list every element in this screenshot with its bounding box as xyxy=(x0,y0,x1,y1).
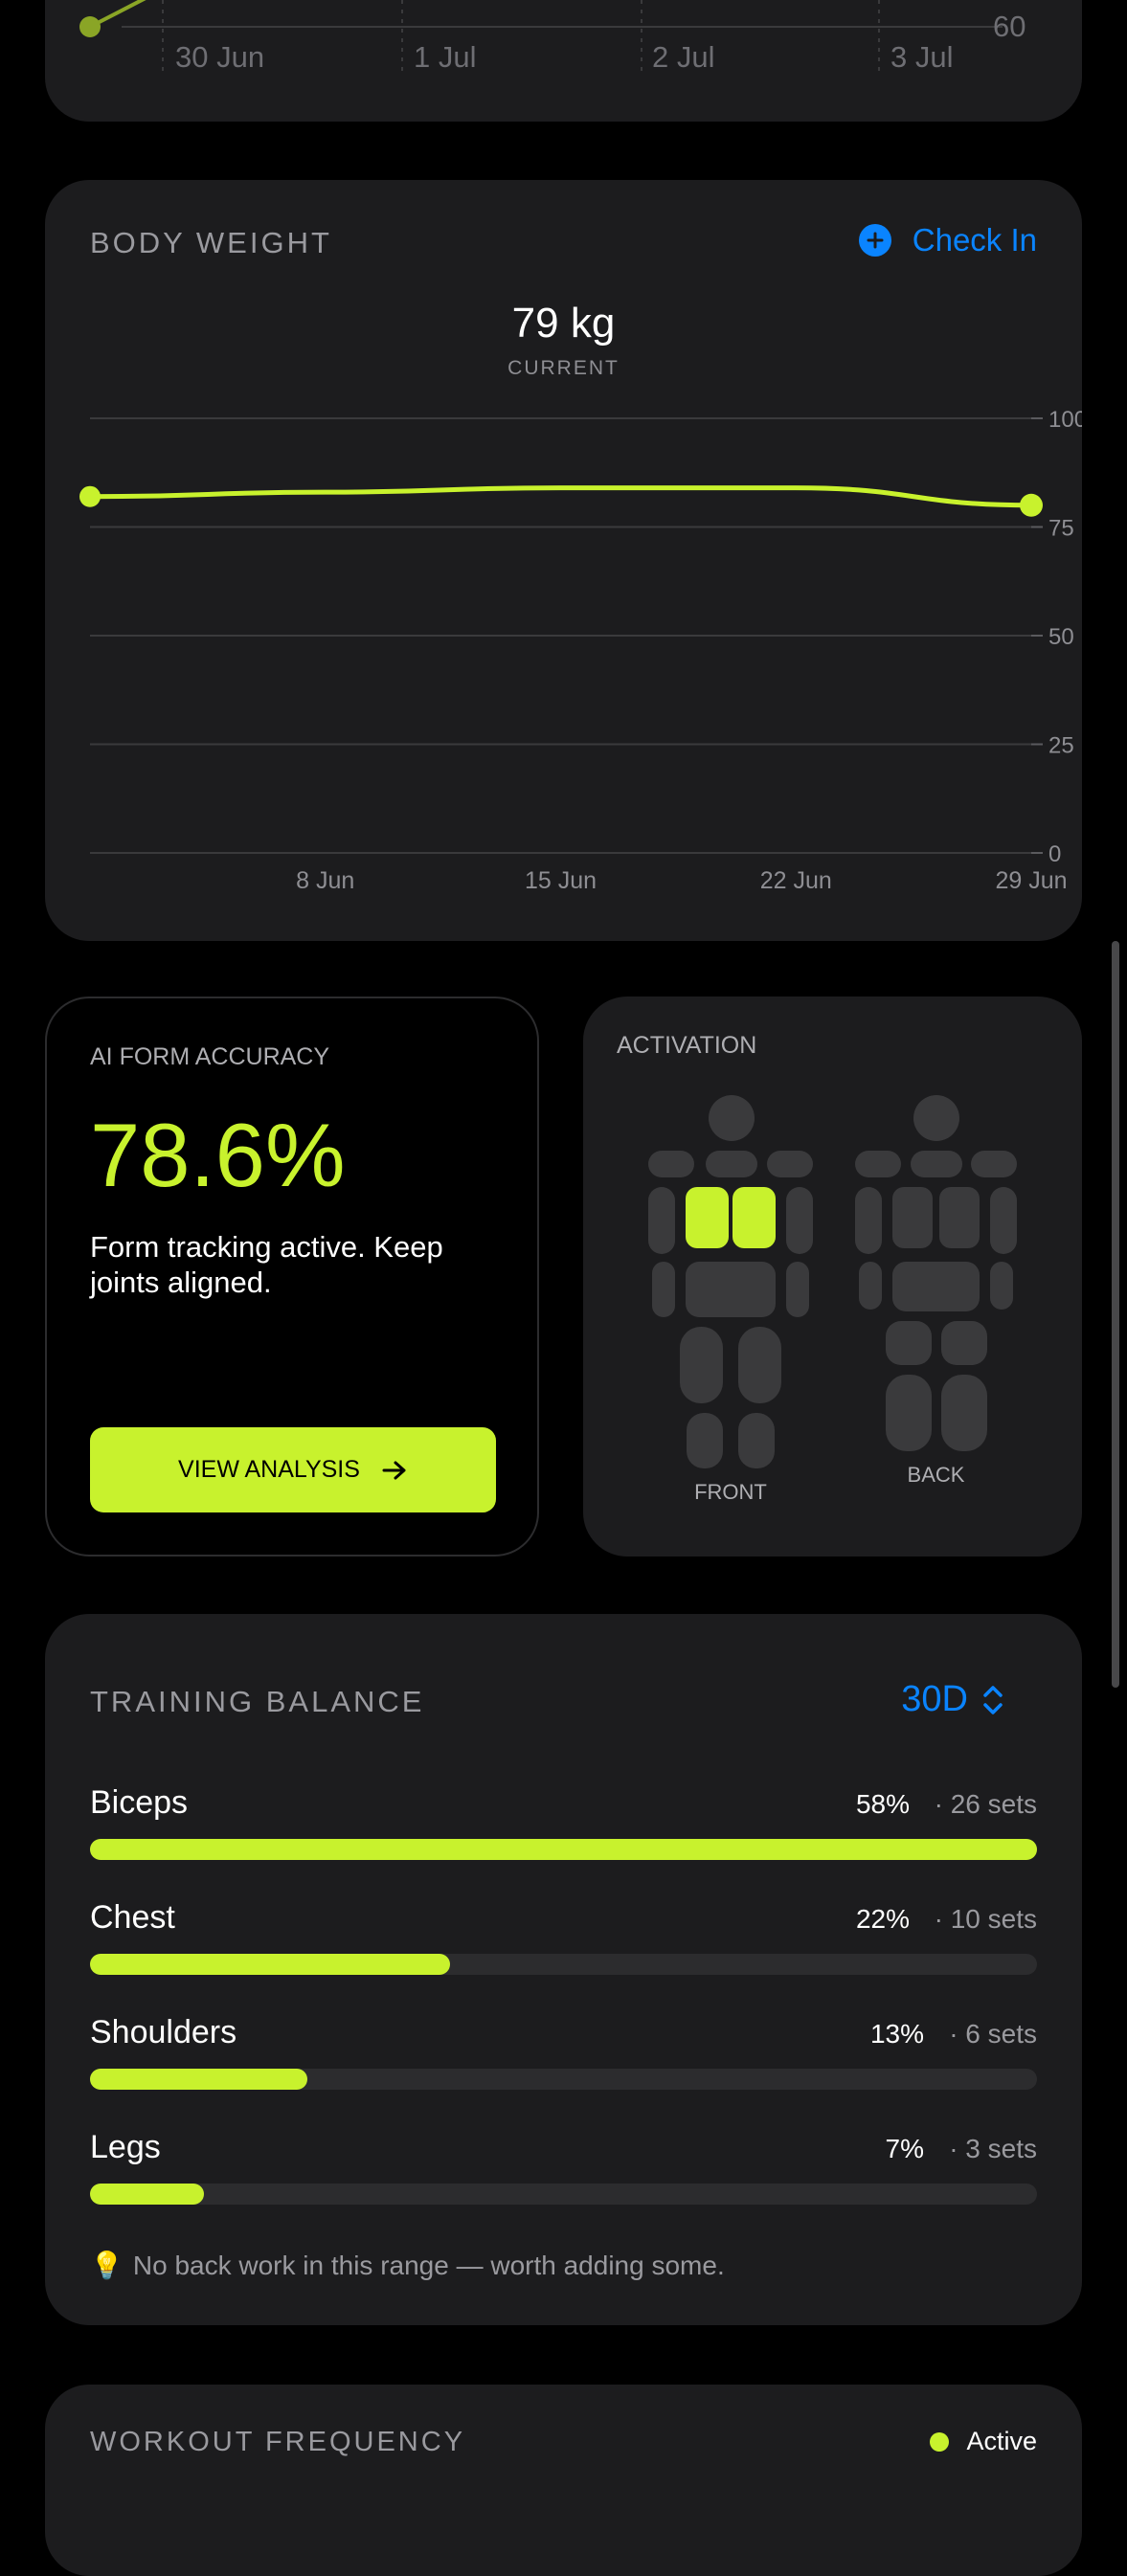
y-tick-label: 100 xyxy=(1048,407,1082,433)
x-tick-label: 15 Jun xyxy=(525,867,597,894)
front-shoulder-right xyxy=(767,1151,813,1177)
front-shin-right xyxy=(738,1413,775,1468)
previous-chart-card: 30 Jun 1 Jul 2 Jul 3 Jul 60 xyxy=(45,0,1082,122)
workout-frequency-title: WORKOUT FREQUENCY xyxy=(90,2427,466,2457)
view-analysis-button[interactable]: VIEW ANALYSIS xyxy=(90,1427,496,1512)
muscle-row-percent: 7% xyxy=(885,2134,924,2163)
muscle-row-sets: · 6 sets xyxy=(949,2019,1037,2049)
back-arm-right xyxy=(990,1187,1017,1254)
front-neck xyxy=(706,1151,757,1177)
back-hamstring-right xyxy=(941,1375,987,1451)
form-accuracy-card: AI FORM ACCURACY 78.6% Form tracking act… xyxy=(45,997,539,1557)
training-balance-title: TRAINING BALANCE xyxy=(90,1685,425,1718)
muscle-row-bar-fill xyxy=(90,1954,450,1975)
x-tick-label: 22 Jun xyxy=(760,867,832,894)
front-arm-left xyxy=(648,1187,675,1254)
muscle-row-name: Legs xyxy=(90,2129,161,2165)
back-glute-left xyxy=(886,1321,932,1365)
y-tick-label: 25 xyxy=(1048,733,1074,759)
muscle-row-bar-fill xyxy=(90,2069,307,2090)
workout-frequency-card: WORKOUT FREQUENCY Active xyxy=(45,2385,1082,2576)
back-arm-left xyxy=(855,1187,882,1254)
y-tick-label: 50 xyxy=(1048,624,1074,650)
muscle-row-bar-track xyxy=(90,1839,1037,1860)
back-lat-left xyxy=(892,1187,933,1248)
previous-chart-point xyxy=(79,16,101,37)
muscle-row-percent: 13% xyxy=(869,2019,924,2049)
back-shoulder-right xyxy=(971,1151,1017,1177)
form-accuracy-description: Form tracking active. Keep joints aligne… xyxy=(90,1230,443,1299)
activation-card: ACTIVATION FRONT BACK xyxy=(583,997,1082,1557)
legend-active-label: Active xyxy=(966,2427,1037,2455)
arrow-right-icon xyxy=(382,1461,406,1479)
back-forearm-right xyxy=(990,1262,1013,1310)
x-tick-label: 8 Jun xyxy=(296,867,354,894)
front-chest-left xyxy=(686,1187,729,1248)
weight-data-point xyxy=(1020,493,1043,517)
form-accuracy-title: AI FORM ACCURACY xyxy=(90,1043,330,1070)
muscle-row-bar-track xyxy=(90,2184,1037,2205)
back-body-figure: BACK xyxy=(855,1095,1017,1507)
chevron-up-down-icon xyxy=(983,1685,1003,1714)
muscle-row-bar-fill xyxy=(90,2184,204,2205)
muscle-row-name: Biceps xyxy=(90,1784,189,1821)
legend-active: Active xyxy=(930,2427,1037,2456)
muscle-row-sets: · 26 sets xyxy=(934,1789,1037,1819)
body-weight-chart: 100 75 50 25 0 8 Jun 15 Jun 22 Jun 29 Jun xyxy=(79,407,1082,894)
muscle-row-percent: 22% xyxy=(855,1904,910,1934)
view-analysis-label: VIEW ANALYSIS xyxy=(178,1456,360,1483)
back-lat-right xyxy=(939,1187,980,1248)
front-forearm-left xyxy=(652,1262,675,1317)
front-abs xyxy=(686,1262,776,1317)
back-forearm-left xyxy=(859,1262,882,1310)
front-shoulder-left xyxy=(648,1151,694,1177)
back-label: BACK xyxy=(907,1463,965,1487)
front-arm-right xyxy=(786,1187,813,1254)
front-chest-right xyxy=(733,1187,776,1248)
front-forearm-right xyxy=(786,1262,809,1317)
back-head xyxy=(913,1095,959,1141)
muscle-row-sets: · 10 sets xyxy=(934,1904,1037,1934)
x-tick-label: 30 Jun xyxy=(175,40,265,74)
muscle-row-bar-track xyxy=(90,2069,1037,2090)
range-selector[interactable]: 30D xyxy=(901,1679,1004,1720)
body-weight-card: BODY WEIGHT Check In 79 kg CURRENT 100 75… xyxy=(45,180,1082,941)
front-quad-right xyxy=(738,1327,781,1403)
x-tick-label: 1 Jul xyxy=(414,40,477,74)
y-tick-label: 0 xyxy=(1048,841,1061,867)
back-shoulder-left xyxy=(855,1151,901,1177)
y-tick-label: 60 xyxy=(993,10,1026,43)
scrollbar-thumb[interactable] xyxy=(1112,941,1119,1688)
x-tick-label: 2 Jul xyxy=(652,40,715,74)
front-head xyxy=(709,1095,755,1141)
front-quad-left xyxy=(680,1327,723,1403)
legend-active-dot xyxy=(930,2431,950,2452)
weight-data-point xyxy=(79,485,101,507)
range-label: 30D xyxy=(901,1679,968,1719)
muscle-row-bar-track xyxy=(90,1954,1037,1975)
muscle-row-sets: · 3 sets xyxy=(949,2134,1037,2163)
back-neck xyxy=(911,1151,962,1177)
balance-tip-text: No back work in this range — worth addin… xyxy=(132,2250,725,2280)
activation-title: ACTIVATION xyxy=(617,1032,757,1059)
lightbulb-icon: 💡 xyxy=(90,2251,124,2280)
muscle-row-name: Shoulders xyxy=(90,2014,237,2050)
front-body-figure: FRONT xyxy=(648,1095,813,1507)
muscle-row-bar-fill xyxy=(90,1839,1037,1860)
muscle-row-percent: 58% xyxy=(855,1789,910,1819)
x-tick-label: 29 Jun xyxy=(995,867,1067,894)
front-shin-left xyxy=(687,1413,723,1468)
x-tick-label: 3 Jul xyxy=(890,40,954,74)
back-glute-right xyxy=(941,1321,987,1365)
form-accuracy-value: 78.6% xyxy=(90,1105,346,1205)
back-hamstring-left xyxy=(886,1375,932,1451)
muscle-row-name: Chest xyxy=(90,1899,175,1936)
weight-series-line xyxy=(87,485,1034,508)
front-label: FRONT xyxy=(694,1480,767,1504)
y-tick-label: 75 xyxy=(1048,516,1074,542)
back-lower-back xyxy=(892,1262,980,1311)
balance-tip: 💡 No back work in this range — worth add… xyxy=(90,2250,725,2281)
